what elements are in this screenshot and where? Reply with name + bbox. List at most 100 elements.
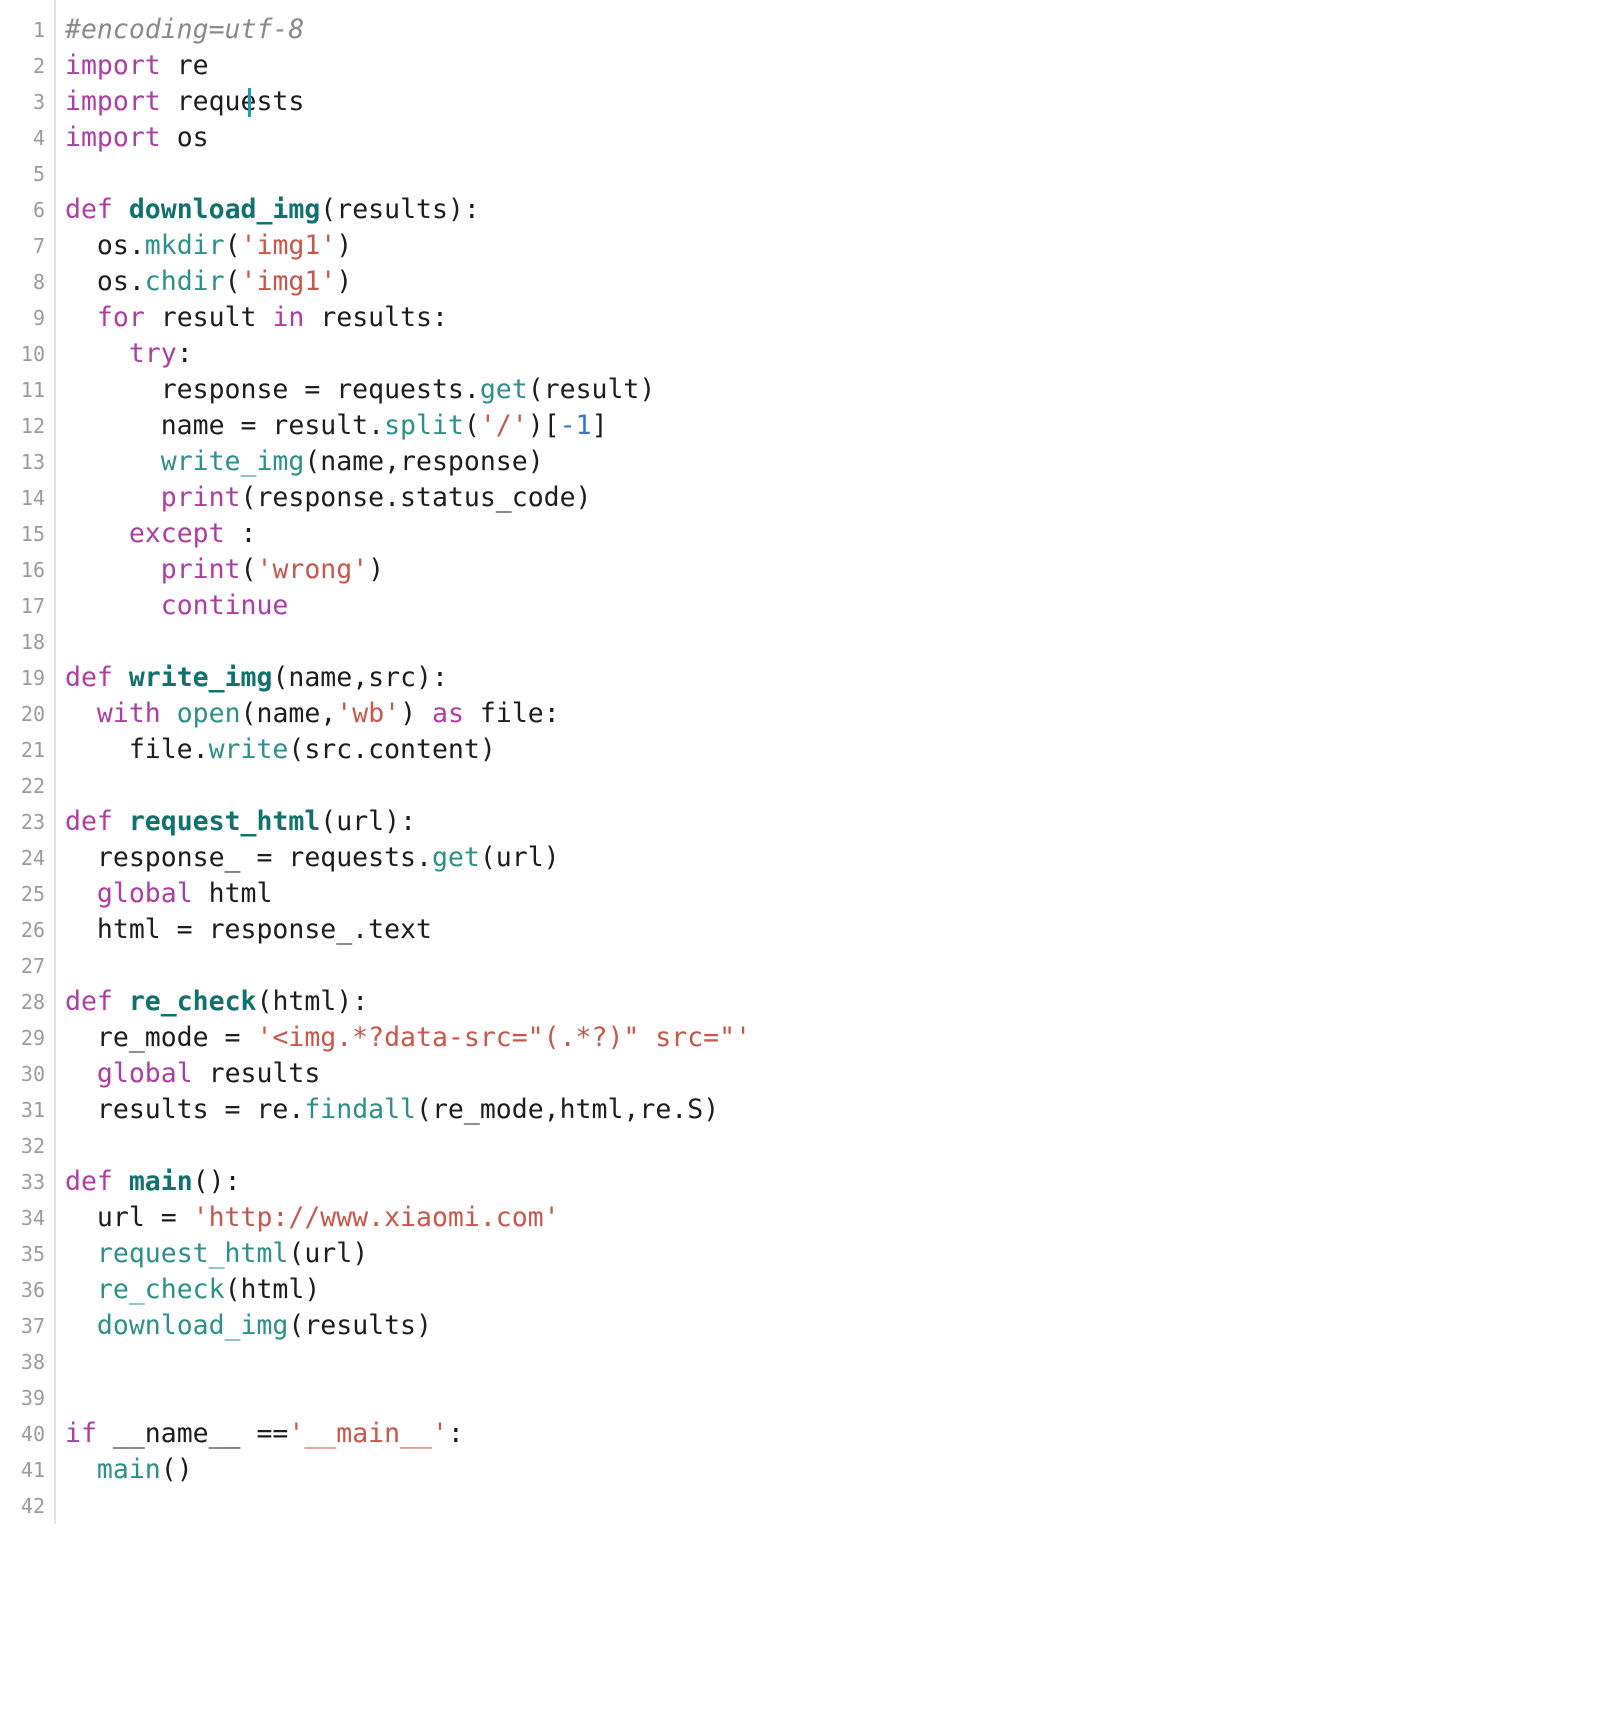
line-number: 16 [20,558,45,582]
code-token: -1 [559,410,592,441]
code-line[interactable]: ​ [65,1380,1605,1416]
code-token: 'img1' [240,266,337,297]
code-line[interactable]: download_img(results) [65,1308,1605,1344]
line-number: 9 [32,306,45,330]
code-token: (name,response) [304,446,544,477]
code-line[interactable]: #encoding=utf-8 [65,12,1605,48]
code-line[interactable]: response_ = requests.get(url) [65,840,1605,876]
line-number: 33 [20,1170,45,1194]
line-number: 13 [20,450,45,474]
code-token: (url) [479,842,560,873]
code-line[interactable]: def main(): [65,1164,1605,1200]
code-token: (html): [256,986,369,1017]
code-line[interactable]: def request_html(url): [65,804,1605,840]
code-token: (name,src): [272,662,448,693]
code-line[interactable]: if __name__ =='__main__': [65,1416,1605,1452]
line-number: 31 [20,1098,45,1122]
code-line[interactable]: os.mkdir('img1') [65,228,1605,264]
code-line[interactable]: results = re.findall(re_mode,html,re.S) [65,1092,1605,1128]
code-line[interactable]: html = response_.text [65,912,1605,948]
line-number: 8 [32,270,45,294]
code-token: ( [224,266,241,297]
code-line[interactable]: ​ [65,1344,1605,1380]
code-line[interactable]: ​ [65,768,1605,804]
code-line[interactable]: ​ [65,624,1605,660]
code-line[interactable]: global html [65,876,1605,912]
line-number: 21 [20,738,45,762]
code-line[interactable]: request_html(url) [65,1236,1605,1272]
code-token: response = requests. [65,374,480,405]
code-line[interactable]: import re [65,48,1605,84]
code-line[interactable]: url = 'http://www.xiaomi.com' [65,1200,1605,1236]
code-line[interactable]: ​ [65,156,1605,192]
code-line[interactable]: import requests [65,84,1605,120]
code-line[interactable]: file.write(src.content) [65,732,1605,768]
code-line[interactable]: ​ [65,1488,1605,1524]
code-token: global [96,1058,193,1089]
code-line[interactable]: response = requests.get(result) [65,372,1605,408]
line-number: 18 [20,630,45,654]
code-token: print [160,482,241,513]
code-token: get [479,374,528,405]
code-token: (re_mode,html,re.S) [416,1094,720,1125]
code-token: #encoding=utf-8 [65,14,305,45]
code-line[interactable]: ​ [65,1128,1605,1164]
code-token: def [65,806,113,837]
code-token: re [160,50,209,81]
code-line[interactable]: with open(name,'wb') as file: [65,696,1605,732]
code-token: os. [65,266,145,297]
code-line[interactable]: write_img(name,response) [65,444,1605,480]
code-line[interactable]: print('wrong') [65,552,1605,588]
code-token: ( [240,554,257,585]
code-token: '<img.*?data-src="(.*?)" src="' [256,1022,752,1053]
code-token: write [208,734,289,765]
line-number: 22 [20,774,45,798]
code-line[interactable]: import os [65,120,1605,156]
code-line[interactable]: for result in results: [65,300,1605,336]
code-text-area[interactable]: #encoding=utf-8 import re import requests i… [56,0,1605,1524]
code-line[interactable]: name = result.split('/')[-1] [65,408,1605,444]
code-line[interactable]: global results [65,1056,1605,1092]
line-number: 28 [20,990,45,1014]
code-token: (result) [527,374,656,405]
code-line[interactable]: print(response.status_code) [65,480,1605,516]
code-line[interactable]: def write_img(name,src): [65,660,1605,696]
code-token: file: [463,698,560,729]
code-line[interactable]: continue [65,588,1605,624]
code-token: 'http://www.xiaomi.com' [192,1202,560,1233]
code-token: 'wb' [336,698,401,729]
code-line[interactable]: ​ [65,948,1605,984]
code-line[interactable]: def download_img(results): [65,192,1605,228]
code-line[interactable]: re_mode = '<img.*?data-src="(.*?)" src="… [65,1020,1605,1056]
code-line[interactable]: os.chdir('img1') [65,264,1605,300]
line-number: 24 [20,846,45,870]
code-line[interactable]: try: [65,336,1605,372]
code-token: mkdir [144,230,225,261]
code-line[interactable]: except : [65,516,1605,552]
line-number: 32 [20,1134,45,1158]
line-number: 2 [32,54,45,78]
code-line[interactable]: main() [65,1452,1605,1488]
code-line[interactable]: def re_check(html): [65,984,1605,1020]
code-editor[interactable]: 1 2 3 4 5 6 7 8 9 10 11 12 13 14 15 16 17 18 19 20 21 22 23 24 2… [0,0,1605,1735]
code-token: request_html [128,806,321,837]
code-token: main [128,1166,193,1197]
code-token: '__main__' [288,1418,448,1449]
code-token: write_img [160,446,305,477]
code-token: def [65,662,113,693]
code-token: chdir [144,266,225,297]
code-token: re_check [128,986,257,1017]
code-token: print [160,554,241,585]
code-token: os [160,122,209,153]
code-line[interactable]: re_check(html) [65,1272,1605,1308]
code-token: (src.content) [288,734,496,765]
line-number: 7 [32,234,45,258]
code-token: 'wrong' [256,554,369,585]
